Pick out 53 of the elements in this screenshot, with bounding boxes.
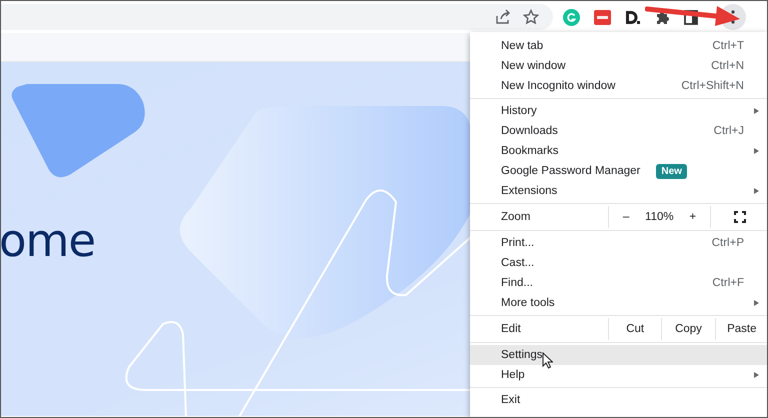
menu-item-label: Exit [501, 394, 520, 406]
menu-item-label: Find... [501, 277, 533, 289]
fullscreen-icon[interactable] [734, 211, 746, 223]
menu-item[interactable]: Extensions [470, 181, 767, 201]
menu-item[interactable]: Cast... [470, 253, 767, 273]
menu-item[interactable]: More tools [470, 293, 767, 313]
shortcut-text: Ctrl+Shift+N [681, 80, 744, 92]
menu-item-label: Google Password Manager [501, 165, 640, 177]
menu-item-label: Settings [501, 349, 543, 361]
edit-label: Edit [501, 322, 522, 337]
menu-item-label: New window [501, 60, 566, 72]
menu-item-label: New tab [501, 40, 544, 52]
edit-action-button[interactable]: Paste [714, 318, 767, 340]
share-icon[interactable] [495, 9, 511, 25]
zoom-out-button[interactable]: – [622, 211, 630, 223]
shortcut-text: Ctrl+N [711, 60, 744, 72]
shortcut-text: Ctrl+T [712, 40, 744, 52]
menu-item[interactable]: Bookmarks [470, 141, 767, 161]
menu-item[interactable]: Google Password Manager New [470, 161, 767, 181]
menu-item-label: New Incognito window [501, 80, 616, 92]
menu-item[interactable]: Find... Ctrl+F [470, 273, 767, 293]
menu-item-label: Downloads [501, 125, 558, 137]
letter-d-extension-icon[interactable] [625, 10, 641, 24]
menu-item-label: Bookmarks [501, 145, 559, 157]
welcome-heading: ome [1, 214, 96, 267]
menu-item[interactable]: Downloads Ctrl+J [470, 121, 767, 141]
mouse-cursor-icon [542, 352, 553, 369]
menu-item-label: History [501, 105, 537, 117]
shortcut-text: Ctrl+F [712, 277, 744, 289]
menu-item[interactable]: New Incognito window Ctrl+Shift+N [470, 76, 767, 96]
side-panel-icon[interactable] [684, 10, 698, 24]
menu-item[interactable]: Print... Ctrl+P [470, 233, 767, 253]
menu-item-label: Cast... [501, 257, 534, 269]
menu-item[interactable]: New window Ctrl+N [470, 56, 767, 76]
menu-item[interactable]: Help [470, 365, 767, 385]
menu-item-label: Extensions [501, 185, 558, 197]
menu-item[interactable]: History [470, 101, 767, 121]
zoom-label: Zoom [501, 210, 532, 225]
new-badge: New [656, 164, 687, 178]
shortcut-text: Ctrl+J [714, 125, 744, 137]
zoom-level: 110% [645, 211, 674, 223]
star-icon[interactable] [523, 9, 539, 25]
menu-item-label: More tools [501, 297, 555, 309]
menu-item[interactable]: New tab Ctrl+T [470, 36, 767, 56]
edit-action-button[interactable]: Cut [608, 318, 662, 340]
menu-item[interactable]: Exit [470, 390, 767, 410]
extension-icon[interactable] [594, 10, 611, 24]
shortcut-text: Ctrl+P [712, 237, 744, 249]
edit-action-button[interactable]: Copy [661, 318, 715, 340]
zoom-in-button[interactable]: + [689, 211, 696, 223]
menu-item[interactable]: Settings [470, 345, 767, 365]
menu-item-label: Print... [501, 237, 534, 249]
menu-item-label: Help [501, 369, 525, 381]
